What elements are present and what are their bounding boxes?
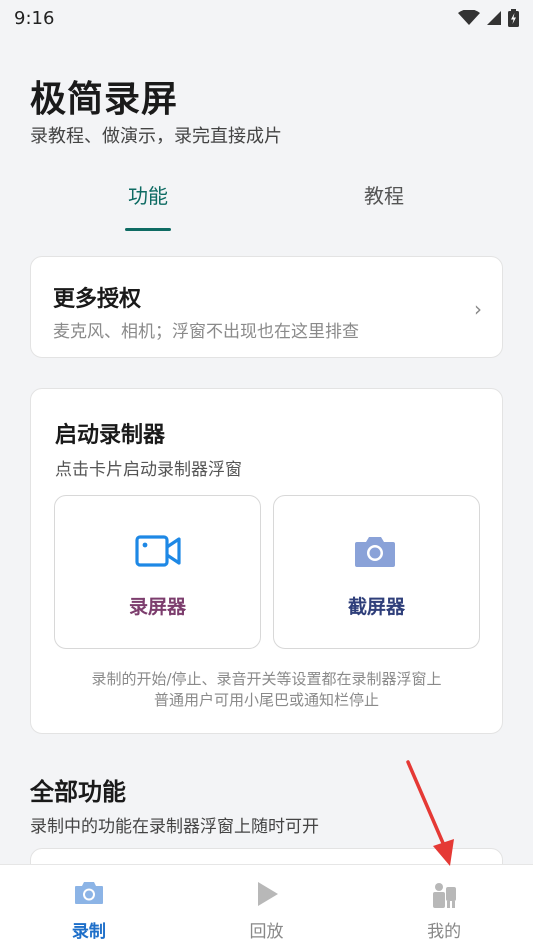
status-time: 9:16: [14, 7, 55, 29]
status-bar: 9:16: [0, 0, 533, 36]
screen-recorder-label: 录屏器: [128, 596, 186, 618]
launcher-title: 启动录制器: [55, 423, 166, 448]
launcher-description: 点击卡片启动录制器浮窗: [55, 460, 242, 480]
screenshot-tool-label: 截屏器: [347, 596, 405, 618]
launcher-note: 录制的开始/停止、录音开关等设置都在录制器浮窗上 普通用户可用小尾巴或通知栏停止: [31, 669, 502, 711]
screen-recorder-button[interactable]: 录屏器: [54, 495, 261, 649]
app-subtitle: 录教程、做演示，录完直接成片: [30, 126, 282, 147]
nav-record[interactable]: 录制: [0, 865, 178, 948]
launcher-note-line-1: 录制的开始/停止、录音开关等设置都在录制器浮窗上: [91, 670, 442, 688]
launcher-note-line-2: 普通用户可用小尾巴或通知栏停止: [153, 691, 379, 709]
permissions-card[interactable]: 更多授权 麦克风、相机；浮窗不出现也在这里排查 ›: [30, 256, 503, 358]
permissions-title: 更多授权: [53, 287, 142, 312]
app-title: 极简录屏: [30, 79, 179, 120]
signal-icon: [487, 11, 501, 25]
camera-icon: [74, 882, 103, 904]
tab-indicator: [125, 228, 171, 231]
status-icons: [458, 9, 519, 27]
nav-playback-label: 回放: [249, 922, 284, 942]
all-features-title: 全部功能: [30, 778, 126, 806]
nav-playback[interactable]: 回放: [178, 865, 356, 948]
permissions-description: 麦克风、相机；浮窗不出现也在这里排查: [53, 322, 359, 342]
chevron-right-icon: ›: [474, 297, 482, 321]
tab-bar: 功能 教程: [30, 176, 503, 234]
video-camera-icon: [135, 535, 181, 567]
battery-icon: [508, 9, 519, 27]
play-icon: [257, 882, 278, 906]
all-features-description: 录制中的功能在录制器浮窗上随时可开: [30, 817, 319, 837]
nav-profile[interactable]: 我的: [355, 865, 533, 948]
tab-features[interactable]: 功能: [88, 176, 208, 234]
nav-profile-label: 我的: [427, 922, 462, 942]
wifi-icon: [458, 10, 480, 25]
camera-icon: [355, 537, 395, 567]
profile-icon: [433, 883, 457, 908]
nav-record-label: 录制: [71, 922, 106, 942]
tab-tutorial[interactable]: 教程: [324, 176, 444, 234]
launcher-card: 启动录制器 点击卡片启动录制器浮窗 录屏器 截屏器 录制的开始/停止、录音开关等…: [30, 388, 503, 734]
screenshot-tool-button[interactable]: 截屏器: [273, 495, 480, 649]
bottom-navigation: 录制 回放 我的: [0, 864, 533, 948]
